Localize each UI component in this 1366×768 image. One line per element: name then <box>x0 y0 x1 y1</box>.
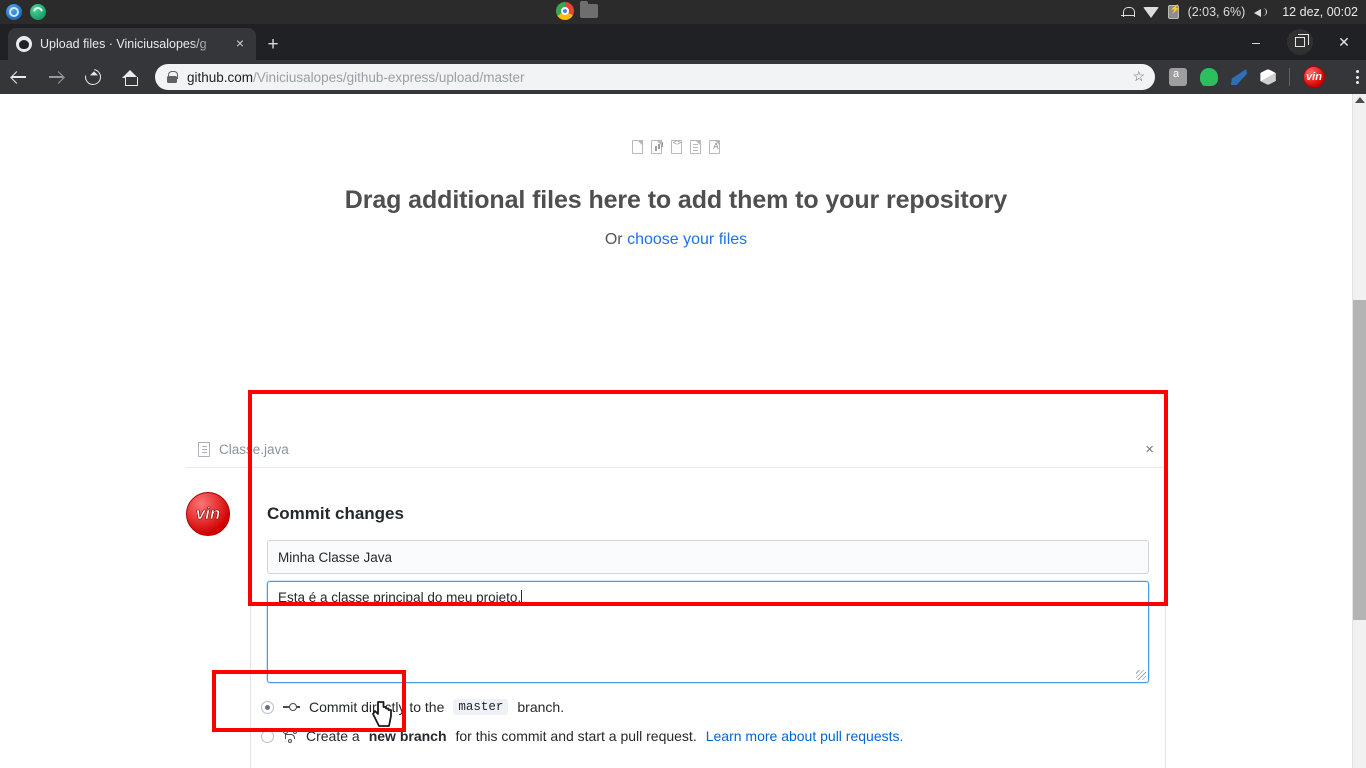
radio-commit-direct[interactable] <box>261 700 274 714</box>
commit-summary-input[interactable]: Minha Classe Java <box>267 540 1149 574</box>
option-text-suffix: branch. <box>517 699 565 715</box>
restore-button[interactable] <box>1278 24 1322 60</box>
kebab-menu-icon[interactable] <box>1348 68 1366 86</box>
notifications-icon[interactable] <box>1120 6 1135 19</box>
commit-description-value: Esta é a classe principal do meu projeto… <box>278 590 522 605</box>
text-cursor <box>521 590 523 605</box>
toolbar-divider <box>1289 68 1290 86</box>
git-branch-icon <box>283 729 297 743</box>
commit-summary-value: Minha Classe Java <box>278 549 393 565</box>
uploaded-file-row: Classe.java × <box>186 432 1166 468</box>
volume-icon[interactable] <box>1254 6 1268 19</box>
browser-tab-strip: Upload files · Viniciusalopes/g × + <box>0 24 1366 60</box>
page-title: Drag additional files here to add them t… <box>344 186 1008 214</box>
avatar-initials: vin <box>195 504 221 524</box>
option2-text-suffix: for this commit and start a pull request… <box>455 728 697 744</box>
ubuntu-icon[interactable] <box>6 4 22 20</box>
dropzone-icons <box>0 94 1352 156</box>
dropzone-subtitle: Or choose your files <box>0 231 1352 249</box>
home-button[interactable] <box>112 60 149 94</box>
sync-icon[interactable] <box>30 4 46 20</box>
radio-new-branch[interactable] <box>261 729 274 743</box>
back-arrow-icon <box>11 69 27 85</box>
wifi-icon[interactable] <box>1142 6 1159 18</box>
code-file-icon <box>670 139 683 154</box>
url-text: github.com/Viniciusalopes/github-express… <box>187 70 524 85</box>
files-icon[interactable] <box>580 1 598 18</box>
page-scrollbar[interactable] <box>1352 94 1366 768</box>
blank-file-icon <box>631 139 643 154</box>
minimize-button[interactable]: – <box>1234 24 1278 60</box>
scrollbar-thumb[interactable] <box>1353 300 1366 620</box>
tab-title: Upload files · Viniciusalopes/g <box>40 37 207 51</box>
os-top-bar: (2:03, 6%) 12 dez, 00:02 <box>0 0 1366 24</box>
resize-handle-icon[interactable] <box>1136 670 1146 680</box>
github-icon <box>16 36 32 52</box>
option-create-new-branch[interactable]: Create a new branch for this commit and … <box>261 728 1149 744</box>
commit-panel-title: Commit changes <box>267 504 404 523</box>
os-taskbar-icons <box>556 1 598 20</box>
option2-strong: new branch <box>368 728 447 744</box>
file-name: Classe.java <box>219 442 289 457</box>
pull-requests-help-link[interactable]: Learn more about pull requests. <box>706 728 904 744</box>
forward-arrow-icon <box>48 69 64 85</box>
commit-actions: Commit changes Cancel <box>251 758 1165 768</box>
feather-icon[interactable] <box>1231 69 1247 85</box>
profile-avatar[interactable]: vin <box>1303 66 1325 88</box>
os-system-tray: (2:03, 6%) 12 dez, 00:02 <box>1120 4 1358 19</box>
remove-file-icon[interactable]: × <box>1145 441 1154 458</box>
browser-toolbar: github.com/Viniciusalopes/github-express… <box>0 60 1366 94</box>
bookmark-star-icon[interactable]: ☆ <box>1132 68 1145 85</box>
battery-status-text: (2:03, 6%) <box>1187 5 1246 19</box>
new-tab-button[interactable]: + <box>262 34 284 56</box>
url-path: /Viniciusalopes/github-express/upload/ma… <box>253 69 525 85</box>
comment-extension-icon[interactable] <box>1169 68 1187 86</box>
choose-your-files-link[interactable]: choose your files <box>627 231 747 248</box>
evernote-icon[interactable] <box>1200 68 1218 86</box>
git-commit-icon <box>283 701 300 713</box>
cube-icon[interactable] <box>1260 69 1276 85</box>
option2-text-prefix: Create a <box>306 728 360 744</box>
close-window-button[interactable]: ✕ <box>1322 24 1366 60</box>
pdf-file-icon <box>709 139 721 154</box>
text-file-icon <box>689 139 701 154</box>
subtitle-prefix: Or <box>604 231 628 248</box>
clock[interactable]: 12 dez, 00:02 <box>1282 5 1358 19</box>
mouse-pointer-cursor <box>372 701 392 727</box>
page-content: Drag additional files here to add them t… <box>0 94 1352 768</box>
browser-tab[interactable]: Upload files · Viniciusalopes/g × <box>8 28 256 60</box>
reload-button[interactable] <box>75 60 112 94</box>
commit-author-avatar: vin <box>186 492 230 536</box>
file-icon <box>198 442 210 457</box>
commit-description-textarea[interactable]: Esta é a classe principal do meu projeto… <box>267 581 1149 683</box>
branch-name-chip: master <box>453 699 509 715</box>
home-icon <box>122 69 139 86</box>
chart-file-icon <box>651 139 663 154</box>
battery-charging-icon[interactable] <box>1167 4 1181 19</box>
os-left-icons <box>0 4 46 20</box>
restore-icon <box>1295 34 1309 47</box>
extension-icons: vin <box>1169 66 1366 88</box>
commit-form: Commit changes Minha Classe Java Esta é … <box>251 486 1165 683</box>
lock-icon <box>167 71 178 83</box>
chrome-icon[interactable] <box>556 2 574 20</box>
address-bar[interactable]: github.com/Viniciusalopes/github-express… <box>155 64 1155 90</box>
forward-button[interactable] <box>37 60 74 94</box>
url-host: github.com <box>187 69 254 85</box>
reload-icon <box>81 65 105 89</box>
close-tab-icon[interactable]: × <box>232 36 248 52</box>
back-button[interactable] <box>0 60 37 94</box>
window-controls: – ✕ <box>1234 24 1366 60</box>
scroll-up-arrow-icon[interactable] <box>1355 97 1365 103</box>
